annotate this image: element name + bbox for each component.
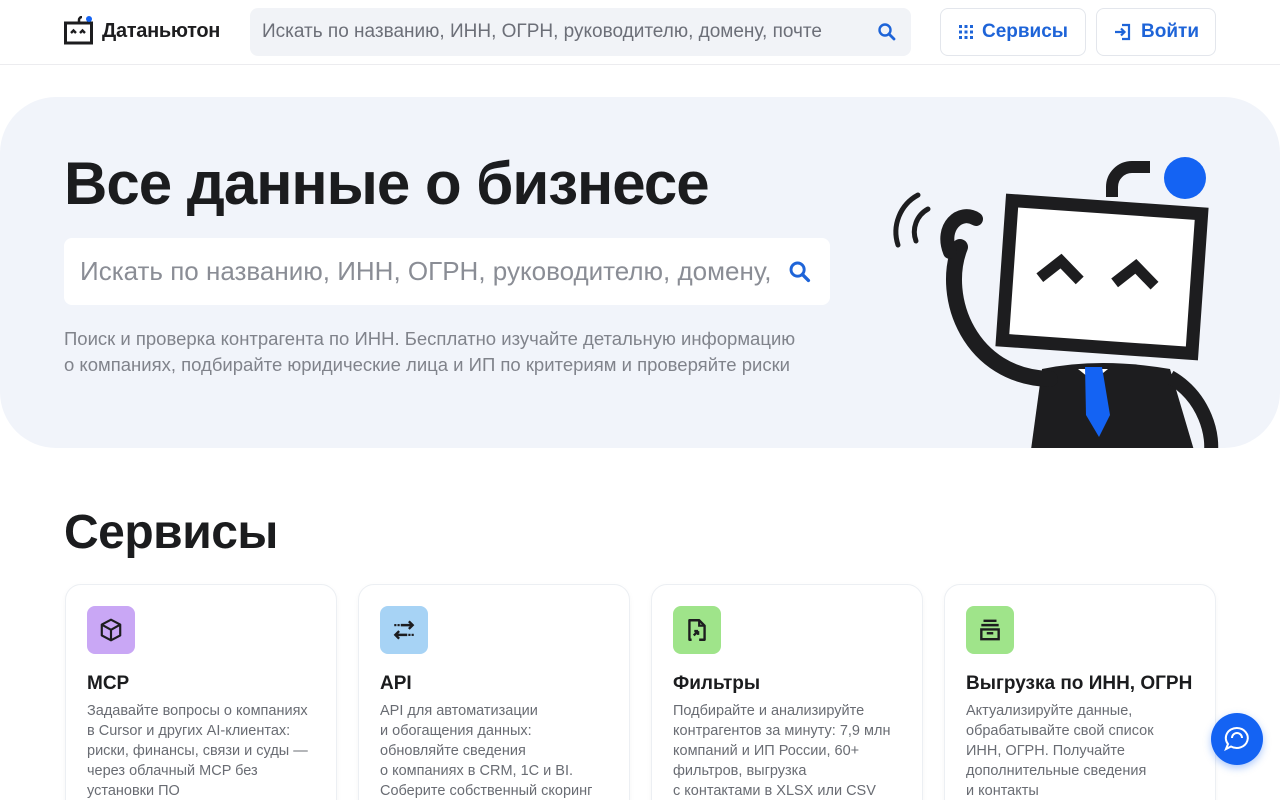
search-icon[interactable] xyxy=(770,238,830,305)
login-button[interactable]: Войти xyxy=(1096,8,1216,56)
chat-support-button[interactable] xyxy=(1211,713,1263,765)
service-card-title: MCP xyxy=(87,673,130,694)
robot-mascot-illustration xyxy=(893,157,1219,448)
services-section-title: Сервисы xyxy=(64,506,278,559)
document-arrow-icon xyxy=(673,606,721,654)
service-card-title: API xyxy=(380,673,412,694)
service-card-mcp[interactable]: MCP Задавайте вопросы о компаниях в Curs… xyxy=(65,584,337,800)
search-icon[interactable] xyxy=(863,8,911,56)
login-button-label: Войти xyxy=(1141,21,1199,42)
services-button-label: Сервисы xyxy=(981,21,1069,42)
hero-search xyxy=(64,238,830,305)
arrows-exchange-icon xyxy=(380,606,428,654)
login-icon xyxy=(1115,23,1131,41)
service-card-title: Выгрузка по ИНН, ОГРН xyxy=(966,673,1193,694)
service-card-export[interactable]: Выгрузка по ИНН, ОГРН Актуализируйте дан… xyxy=(944,584,1216,800)
header-search-input[interactable] xyxy=(250,8,863,56)
grid-icon xyxy=(958,25,973,39)
services-button[interactable]: Сервисы xyxy=(940,8,1086,56)
service-card-description: Подбирайте и анализируйте контрагентов з… xyxy=(673,703,891,799)
brand-name: Датаньютон xyxy=(102,19,221,42)
site-header: Датаньютон Сервисы Войти xyxy=(0,0,1280,65)
service-card-description: Задавайте вопросы о компаниях в Cursor и… xyxy=(87,703,308,799)
cube-icon xyxy=(87,606,135,654)
service-card-title: Фильтры xyxy=(673,673,761,694)
inbox-tray-icon xyxy=(966,606,1014,654)
hero-description: Поиск и проверка контрагента по ИНН. Бес… xyxy=(64,328,796,375)
service-card-description: Актуализируйте данные, обрабатывайте сво… xyxy=(966,703,1154,799)
chat-bubble-icon xyxy=(1224,726,1249,752)
hero-search-input[interactable] xyxy=(64,238,770,305)
hero-title: Все данные о бизнесе xyxy=(64,150,710,217)
header-search xyxy=(250,8,911,56)
service-card-description: API для автоматизации и обогащения данны… xyxy=(380,703,593,799)
service-card-filters[interactable]: Фильтры Подбирайте и анализируйте контра… xyxy=(651,584,923,800)
logo[interactable]: Датаньютон xyxy=(64,16,220,46)
robot-logo-icon xyxy=(64,16,93,45)
service-card-api[interactable]: API API для автоматизации и обогащения д… xyxy=(358,584,630,800)
hero-section: Все данные о бизнесе Поиск и проверка ко… xyxy=(0,97,1280,448)
